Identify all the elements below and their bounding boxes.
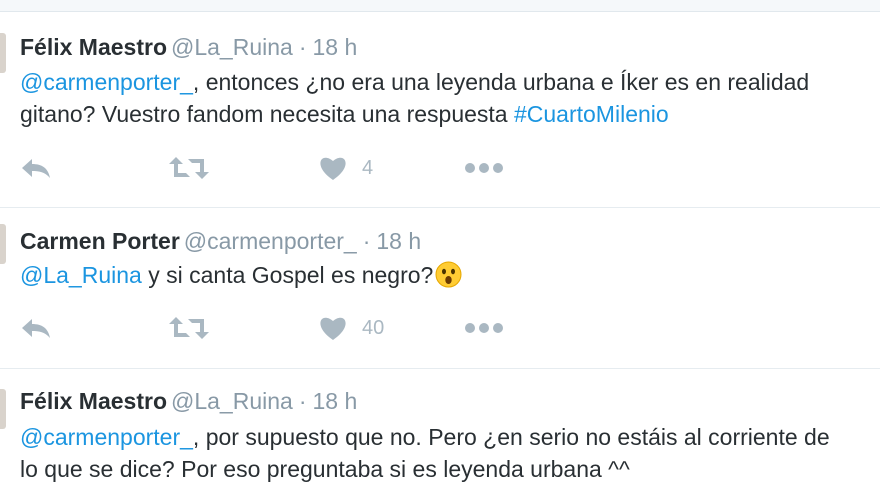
retweet-icon: [168, 155, 210, 181]
reply-icon: [20, 316, 52, 340]
timestamp[interactable]: 18 h: [313, 388, 358, 414]
retweet-button[interactable]: [168, 153, 210, 183]
heart-icon: [318, 315, 348, 341]
mention-link[interactable]: @carmenporter_: [20, 424, 193, 450]
tweet-text: lo que se dice? Por eso preguntaba si es…: [20, 456, 630, 482]
mention-link[interactable]: @carmenporter_: [20, 69, 193, 95]
timestamp[interactable]: 18 h: [313, 34, 358, 60]
reply-icon: [20, 156, 52, 180]
avatar[interactable]: [0, 33, 6, 73]
tweet[interactable]: Carmen Porter @carmenporter_ · 18 h @La_Rui…: [0, 208, 880, 368]
more-icon: [464, 162, 504, 174]
like-count: 4: [362, 156, 374, 179]
avatar[interactable]: [0, 389, 6, 429]
retweet-button[interactable]: [168, 313, 210, 343]
reply-button[interactable]: [20, 313, 52, 343]
tweet-header: Carmen Porter @carmenporter_ · 18 h: [20, 227, 421, 255]
more-icon: [464, 322, 504, 334]
retweet-icon: [168, 315, 210, 341]
avatar[interactable]: [0, 224, 6, 264]
separator-dot: ·: [298, 388, 307, 414]
more-button[interactable]: [464, 153, 504, 183]
tweet-text-line: lo que se dice? Por eso preguntaba si es…: [20, 454, 880, 485]
like-count: 40: [362, 316, 385, 339]
separator-dot: ·: [298, 34, 307, 60]
author-handle[interactable]: @La_Ruina: [171, 34, 293, 60]
author-handle[interactable]: @La_Ruina: [171, 388, 293, 414]
separator-dot: ·: [362, 228, 371, 254]
tweet-text-line: @carmenporter_, entonces ¿no era una ley…: [20, 67, 880, 98]
tweet-text: , entonces ¿no era una leyenda urbana e …: [192, 69, 810, 95]
top-bar: [0, 0, 880, 12]
author-name[interactable]: Carmen Porter: [20, 228, 180, 254]
tweet[interactable]: Félix Maestro @La_Ruina · 18 h @carmenporte…: [0, 13, 880, 213]
tweet-text-line: @carmenporter_, por supuesto que no. Per…: [20, 422, 880, 453]
author-handle[interactable]: @carmenporter_: [184, 228, 357, 254]
like-button[interactable]: 4: [318, 153, 373, 183]
tweet-text: gitano? Vuestro fandom necesita una resp…: [20, 101, 514, 127]
more-button[interactable]: [464, 313, 504, 343]
author-name[interactable]: Félix Maestro: [20, 34, 167, 60]
tweet-header: Félix Maestro @La_Ruina · 18 h: [20, 387, 357, 415]
tweet-text: , por supuesto que no. Pero ¿en serio no…: [192, 424, 830, 450]
author-name[interactable]: Félix Maestro: [20, 388, 167, 414]
heart-icon: [318, 155, 348, 181]
tweet-text-line: @La_Ruina y si canta Gospel es negro?: [20, 260, 880, 291]
reply-button[interactable]: [20, 153, 52, 183]
tweet-text: y si canta Gospel es negro?: [141, 262, 434, 288]
tweet[interactable]: Félix Maestro @La_Ruina · 18 h @carmenporte…: [0, 369, 880, 495]
astonished-face-emoji: [435, 261, 462, 288]
mention-link[interactable]: @La_Ruina: [20, 262, 142, 288]
hashtag-link[interactable]: #CuartoMilenio: [514, 101, 669, 127]
tweet-header: Félix Maestro @La_Ruina · 18 h: [20, 33, 357, 61]
timestamp[interactable]: 18 h: [376, 228, 421, 254]
tweet-text-line: gitano? Vuestro fandom necesita una resp…: [20, 99, 880, 130]
like-button[interactable]: 40: [318, 313, 384, 343]
